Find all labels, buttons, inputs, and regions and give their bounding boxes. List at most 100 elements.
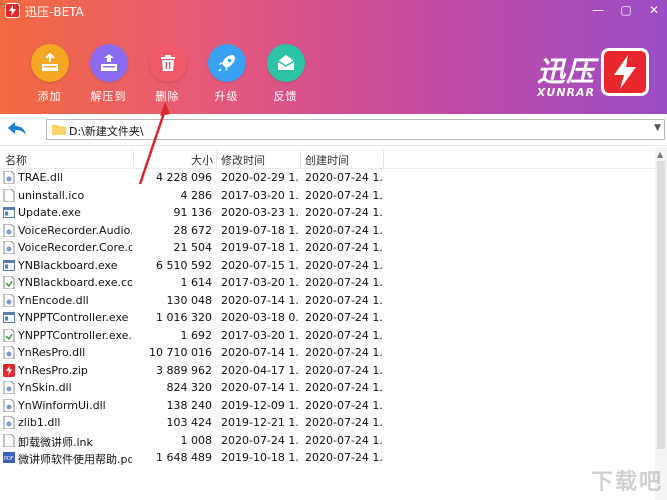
file-size: 138 240 [140, 399, 212, 412]
file-modified: 2017-03-20 1... [221, 189, 298, 202]
file-file-icon [3, 189, 15, 202]
file-size: 4 228 096 [140, 171, 212, 184]
file-rows: TRAE.dll 4 228 096 2020-02-29 1... 2020-07-… [0, 169, 655, 467]
file-created: 2020-07-24 1... [305, 259, 382, 272]
file-row[interactable]: VoiceRecorder.Core.dll21 5042019-07-18 1… [0, 239, 655, 257]
delete-button[interactable]: 删除 [138, 44, 197, 104]
dll-file-icon [3, 399, 15, 412]
upgrade-button[interactable]: 升级 [197, 44, 256, 104]
file-row[interactable]: YNPPTController.exe.... 1 692 2017-03-20 1… [0, 327, 655, 345]
exe-file-icon [3, 259, 15, 272]
file-modified: 2020-07-14 1... [221, 381, 298, 394]
upgrade-label: 升级 [197, 88, 256, 104]
column-divider[interactable] [133, 149, 134, 167]
file-name: Update.exe [18, 206, 132, 219]
dll-file-icon [3, 381, 15, 394]
file-size: 130 048 [140, 294, 212, 307]
app-logo-icon [5, 3, 20, 18]
column-header-modified[interactable]: 修改时间 [221, 152, 265, 166]
rocket-icon [208, 44, 246, 82]
extract-to-label: 解压到 [79, 88, 138, 104]
column-header-size[interactable]: 大小 [191, 152, 213, 166]
file-modified: 2019-10-18 1... [221, 451, 298, 464]
extract-to-button[interactable]: 解压到 [79, 44, 138, 104]
file-row[interactable]: YNBlackboard.exe.co...1 6142017-03-20 1.… [0, 274, 655, 292]
zip-file-icon [3, 364, 15, 377]
file-row[interactable]: YnWinformUi.dll138 2402019-12-09 1...202… [0, 397, 655, 415]
app-header: 迅压-BETA — ▢ ✕ 添加 解压到 删除 [0, 0, 667, 114]
column-divider[interactable] [383, 149, 384, 167]
file-created: 2020-07-24 1... [305, 416, 382, 429]
file-row[interactable]: uninstall.ico 4 286 2017-03-20 1... 2020-07… [0, 187, 655, 205]
file-row[interactable]: 卸载微讲师.lnk1 0082020-07-24 1...2020-07-24 … [0, 432, 655, 450]
feedback-button[interactable]: 反馈 [256, 44, 315, 104]
file-size: 21 504 [140, 241, 212, 254]
window-title: 迅压-BETA [25, 3, 84, 20]
toolbar: 添加 解压到 删除 升级 反馈 [20, 44, 315, 104]
title-bar[interactable]: 迅压-BETA — ▢ ✕ [0, 0, 667, 22]
file-name: YnSkin.dll [18, 381, 132, 394]
path-input[interactable]: D:\新建文件夹\ ▼ [46, 119, 665, 140]
feedback-label: 反馈 [256, 88, 315, 104]
scrollbar-thumb[interactable] [657, 161, 665, 449]
vertical-scrollbar[interactable]: ▲ [655, 147, 667, 500]
column-divider[interactable] [216, 149, 217, 167]
back-button[interactable] [6, 120, 28, 138]
file-name: YNPPTController.exe [18, 311, 132, 324]
file-row[interactable]: Update.exe91 1362020-03-23 1...2020-07-2… [0, 204, 655, 222]
file-modified: 2020-03-18 0... [221, 311, 298, 324]
close-button[interactable]: ✕ [647, 2, 661, 18]
brand-bolt-icon [601, 48, 649, 96]
file-name: TRAE.dll [18, 171, 132, 184]
file-modified: 2020-07-14 1... [221, 346, 298, 359]
column-header-created[interactable]: 创建时间 [305, 152, 349, 166]
minimize-button[interactable]: — [591, 2, 605, 18]
maximize-button[interactable]: ▢ [619, 2, 633, 18]
file-row[interactable]: YNBlackboard.exe6 510 5922020-07-15 1...… [0, 257, 655, 275]
path-text: D:\新建文件夹\ [69, 123, 144, 139]
file-size: 4 286 [140, 189, 212, 202]
add-archive-icon [31, 44, 69, 82]
column-divider[interactable] [300, 149, 301, 167]
dll-file-icon [3, 171, 15, 184]
file-row[interactable]: zlib1.dll103 4242019-12-21 1...2020-07-2… [0, 414, 655, 432]
file-created: 2020-07-24 1... [305, 189, 382, 202]
file-name: YnEncode.dll [18, 294, 132, 307]
file-modified: 2020-02-29 1... [221, 171, 298, 184]
file-created: 2020-07-24 1... [305, 329, 382, 342]
file-size: 1 614 [140, 276, 212, 289]
column-header-name[interactable]: 名称 [5, 152, 27, 166]
file-row[interactable]: YNPPTController.exe1 016 3202020-03-18 0… [0, 309, 655, 327]
envelope-icon [267, 44, 305, 82]
add-label: 添加 [20, 88, 79, 104]
file-row[interactable]: VoiceRecorder.Audio....28 6722019-07-18 … [0, 222, 655, 240]
file-list: 名称 大小 修改时间 创建时间 TRAE.dll 4 228 096 2020-02… [0, 147, 667, 500]
chevron-down-icon[interactable]: ▼ [654, 123, 661, 133]
file-size: 10 710 016 [140, 346, 212, 359]
file-row[interactable]: YnResPro.zip3 889 9622020-04-17 1...2020… [0, 362, 655, 380]
file-modified: 2017-03-20 1... [221, 329, 298, 342]
config-file-icon [3, 276, 15, 289]
file-row[interactable]: PDF微讲师软件使用帮助.pdf1 648 4892019-10-18 1...… [0, 449, 655, 467]
file-size: 28 672 [140, 224, 212, 237]
config-file-icon [3, 329, 15, 342]
svg-text:PDF: PDF [4, 456, 14, 462]
file-row[interactable]: YnSkin.dll824 3202020-07-14 1...2020-07-… [0, 379, 655, 397]
file-name: 微讲师软件使用帮助.pdf [18, 451, 132, 467]
file-name: uninstall.ico [18, 189, 132, 202]
file-row[interactable]: TRAE.dll4 228 0962020-02-29 1...2020-07-… [0, 169, 655, 187]
list-header: 名称 大小 修改时间 创建时间 [0, 147, 655, 169]
file-size: 1 692 [140, 329, 212, 342]
file-row[interactable]: YnResPro.dll10 710 0162020-07-14 1...202… [0, 344, 655, 362]
brand-logo: 迅压 XUNRAR [489, 46, 649, 102]
file-created: 2020-07-24 1... [305, 311, 382, 324]
file-name: YNPPTController.exe.... [18, 329, 132, 342]
file-modified: 2017-03-20 1... [221, 276, 298, 289]
file-size: 91 136 [140, 206, 212, 219]
file-size: 6 510 592 [140, 259, 212, 272]
file-row[interactable]: YnEncode.dll130 0482020-07-14 1...2020-0… [0, 292, 655, 310]
add-button[interactable]: 添加 [20, 44, 79, 104]
dll-file-icon [3, 224, 15, 237]
scroll-up-icon[interactable]: ▲ [657, 150, 663, 159]
file-modified: 2020-07-14 1... [221, 294, 298, 307]
